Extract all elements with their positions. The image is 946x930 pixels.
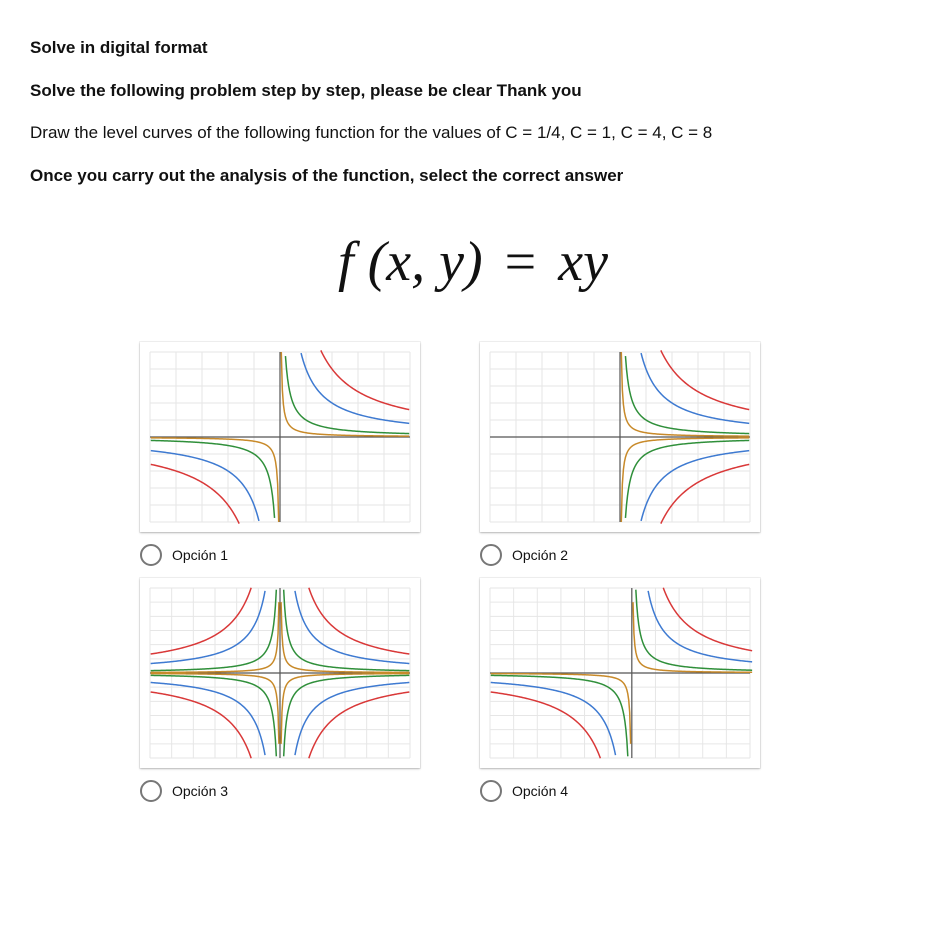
graph-option-2 — [480, 342, 760, 532]
radio-icon — [140, 780, 162, 802]
option-2[interactable]: Opción 2 — [480, 544, 760, 566]
option-4[interactable]: Opción 4 — [480, 780, 760, 802]
instruction-2: Solve the following problem step by step… — [30, 78, 916, 104]
option-1-label: Opción 1 — [172, 545, 228, 566]
instruction-1: Solve in digital format — [30, 35, 916, 61]
instruction-3: Once you carry out the analysis of the f… — [30, 163, 916, 189]
option-1[interactable]: Opción 1 — [140, 544, 420, 566]
radio-icon — [140, 544, 162, 566]
option-2-label: Opción 2 — [512, 545, 568, 566]
option-3[interactable]: Opción 3 — [140, 780, 420, 802]
graph-option-4 — [480, 578, 760, 768]
graph-option-3 — [140, 578, 420, 768]
radio-icon — [480, 544, 502, 566]
options-grid: Opción 1 Opción 2 Opción 3 — [140, 342, 800, 802]
formula-rhs: xy — [558, 231, 608, 293]
option-3-label: Opción 3 — [172, 781, 228, 802]
function-formula: f (x, y) = xy — [30, 220, 916, 304]
graph-option-1 — [140, 342, 420, 532]
equals-sign: = — [505, 231, 537, 293]
option-4-label: Opción 4 — [512, 781, 568, 802]
radio-icon — [480, 780, 502, 802]
problem-statement: Draw the level curves of the following f… — [30, 120, 916, 146]
formula-lhs: f (x, y) — [338, 231, 483, 293]
